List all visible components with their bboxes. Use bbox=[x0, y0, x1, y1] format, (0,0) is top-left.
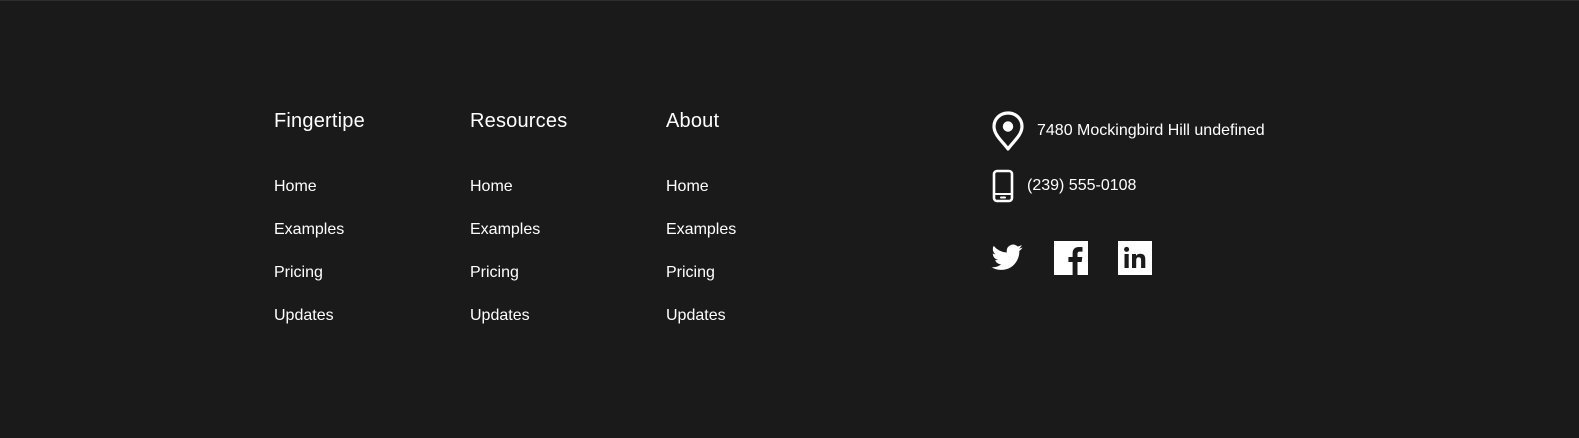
linkedin-icon[interactable] bbox=[1118, 241, 1152, 275]
footer-link-item: Examples bbox=[470, 220, 540, 263]
contact-phone: (239) 555-0108 bbox=[991, 169, 1136, 203]
location-pin-icon bbox=[991, 111, 1025, 151]
footer-column-about: About Home Examples Pricing Updates bbox=[666, 107, 736, 324]
footer-column-title: Fingertipe bbox=[274, 110, 365, 132]
footer-link-item: Examples bbox=[274, 220, 344, 263]
footer-link-updates[interactable]: Updates bbox=[666, 307, 726, 324]
footer-link-list: Home Examples Pricing Updates bbox=[274, 177, 344, 349]
site-footer: Fingertipe Home Examples Pricing Updates… bbox=[0, 0, 1579, 438]
footer-link-updates[interactable]: Updates bbox=[274, 307, 334, 324]
footer-link-item: Home bbox=[274, 177, 344, 220]
facebook-icon[interactable] bbox=[1054, 241, 1088, 275]
footer-column-fingertipe: Fingertipe Home Examples Pricing Updates bbox=[274, 107, 365, 324]
footer-link-pricing[interactable]: Pricing bbox=[666, 264, 715, 281]
footer-column-title: About bbox=[666, 110, 720, 132]
footer-link-item: Pricing bbox=[470, 263, 540, 306]
footer-link-home[interactable]: Home bbox=[666, 178, 709, 195]
footer-link-list: Home Examples Pricing Updates bbox=[470, 177, 540, 349]
footer-link-home[interactable]: Home bbox=[470, 178, 513, 195]
footer-link-item: Examples bbox=[666, 220, 736, 263]
social-links bbox=[990, 241, 1182, 275]
footer-link-item: Updates bbox=[274, 306, 344, 349]
footer-link-item: Updates bbox=[470, 306, 540, 349]
footer-link-item: Home bbox=[666, 177, 736, 220]
footer-link-list: Home Examples Pricing Updates bbox=[666, 177, 736, 349]
footer-link-item: Pricing bbox=[274, 263, 344, 306]
footer-link-updates[interactable]: Updates bbox=[470, 307, 530, 324]
phone-text[interactable]: (239) 555-0108 bbox=[1027, 177, 1136, 195]
footer-link-home[interactable]: Home bbox=[274, 178, 317, 195]
address-text: 7480 Mockingbird Hill undefined bbox=[1037, 122, 1265, 139]
footer-link-pricing[interactable]: Pricing bbox=[470, 264, 519, 281]
twitter-icon[interactable] bbox=[990, 241, 1024, 275]
mobile-phone-icon bbox=[991, 169, 1015, 203]
footer-column-resources: Resources Home Examples Pricing Updates bbox=[470, 107, 568, 324]
footer-link-item: Pricing bbox=[666, 263, 736, 306]
footer-link-examples[interactable]: Examples bbox=[666, 221, 736, 238]
footer-link-pricing[interactable]: Pricing bbox=[274, 264, 323, 281]
footer-link-item: Home bbox=[470, 177, 540, 220]
footer-link-examples[interactable]: Examples bbox=[274, 221, 344, 238]
footer-link-item: Updates bbox=[666, 306, 736, 349]
contact-address: 7480 Mockingbird Hill undefined bbox=[991, 111, 1265, 151]
footer-column-title: Resources bbox=[470, 110, 568, 132]
footer-link-examples[interactable]: Examples bbox=[470, 221, 540, 238]
